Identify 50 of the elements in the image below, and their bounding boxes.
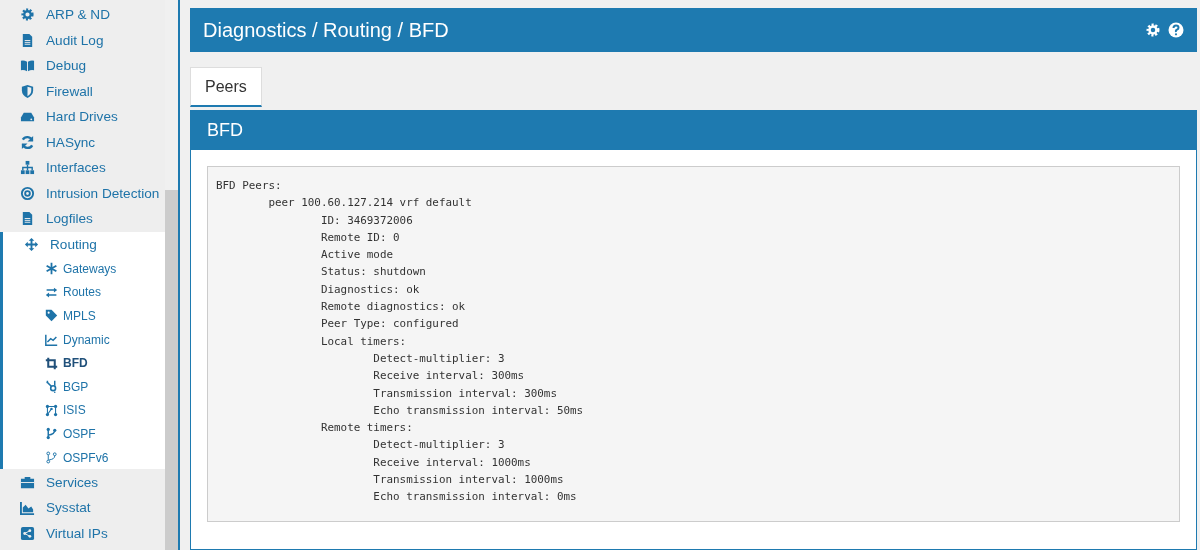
sidebar-item[interactable]: Intrusion Detection [0, 180, 165, 206]
asterisk-icon [45, 262, 58, 276]
sidebar-item[interactable]: ARP & ND [0, 2, 165, 28]
branch-icon [45, 451, 58, 465]
document-icon [20, 32, 35, 48]
sidebar-item[interactable]: HASync [0, 129, 165, 155]
network-icon [20, 160, 35, 176]
sidebar-subitem[interactable]: OSPFv6 [3, 445, 165, 470]
sidebar-item[interactable]: Audit Log [0, 27, 165, 53]
sidebar-subitem[interactable]: Gateways [3, 257, 165, 281]
panel-title: BFD [191, 111, 1196, 150]
sidebar-subitem[interactable]: BGP [3, 374, 165, 399]
gear-icon [20, 7, 35, 23]
sidebar-subitem[interactable]: Dynamic [3, 327, 165, 352]
sidebar-item[interactable]: Debug [0, 53, 165, 79]
command-output: BFD Peers: peer 100.60.127.214 vrf default ID: 3469372006 Remote ID: 0 Active mode Status: shutdown Diagnostics: ok Remote diagnostics: ok Peer Type: configured Local timers: Detect-multiplier: 3 Receive interval: 300ms Transmission interval: 300ms Echo transmission interval: 50ms Remote timers: Detect-multiplier: 3 Receive interval: 1000ms Transmission interval: 1000ms Echo transmission interval: 0ms [207, 166, 1180, 522]
book-icon [20, 58, 35, 74]
nodes-icon [45, 403, 58, 417]
crop-icon [45, 356, 58, 370]
sidebar-item[interactable]: Firewall [0, 78, 165, 104]
tab[interactable]: Peers [190, 67, 262, 107]
branch-icon [45, 427, 58, 441]
sidebar-subitem[interactable]: BFD [3, 351, 165, 375]
shield-icon [20, 83, 35, 99]
sync-icon [20, 134, 35, 150]
sidebar-subitem[interactable]: ISIS [3, 398, 165, 423]
area-chart-icon [20, 500, 35, 516]
sidebar-subitem[interactable]: OSPF [3, 422, 165, 446]
sidebar-subitem[interactable]: Routes [3, 280, 165, 305]
document-icon [20, 211, 35, 227]
sidebar-item[interactable]: Sysstat [0, 494, 165, 521]
share-icon [20, 525, 35, 541]
target-icon [20, 185, 35, 201]
line-chart-icon [45, 333, 58, 347]
tag-icon [45, 309, 58, 323]
sidebar-item[interactable]: Virtual IPs [0, 520, 165, 546]
hub-icon [45, 380, 58, 394]
sidebar-item[interactable]: Services [0, 469, 165, 495]
settings-icon[interactable] [1145, 22, 1161, 38]
sidebar-subitem[interactable]: MPLS [3, 304, 165, 328]
page-title: Diagnostics / Routing / BFD [203, 18, 450, 42]
sidebar-item[interactable]: Interfaces [0, 155, 165, 181]
scrollbar[interactable] [165, 190, 178, 550]
briefcase-icon [20, 474, 35, 490]
sidebar-item[interactable]: Hard Drives [0, 104, 165, 130]
sidebar-item[interactable]: Routing [3, 231, 165, 257]
move-icon [24, 236, 39, 252]
sidebar-item[interactable]: Logfiles [0, 206, 165, 232]
exchange-icon [45, 285, 58, 299]
help-icon[interactable] [1168, 22, 1184, 38]
